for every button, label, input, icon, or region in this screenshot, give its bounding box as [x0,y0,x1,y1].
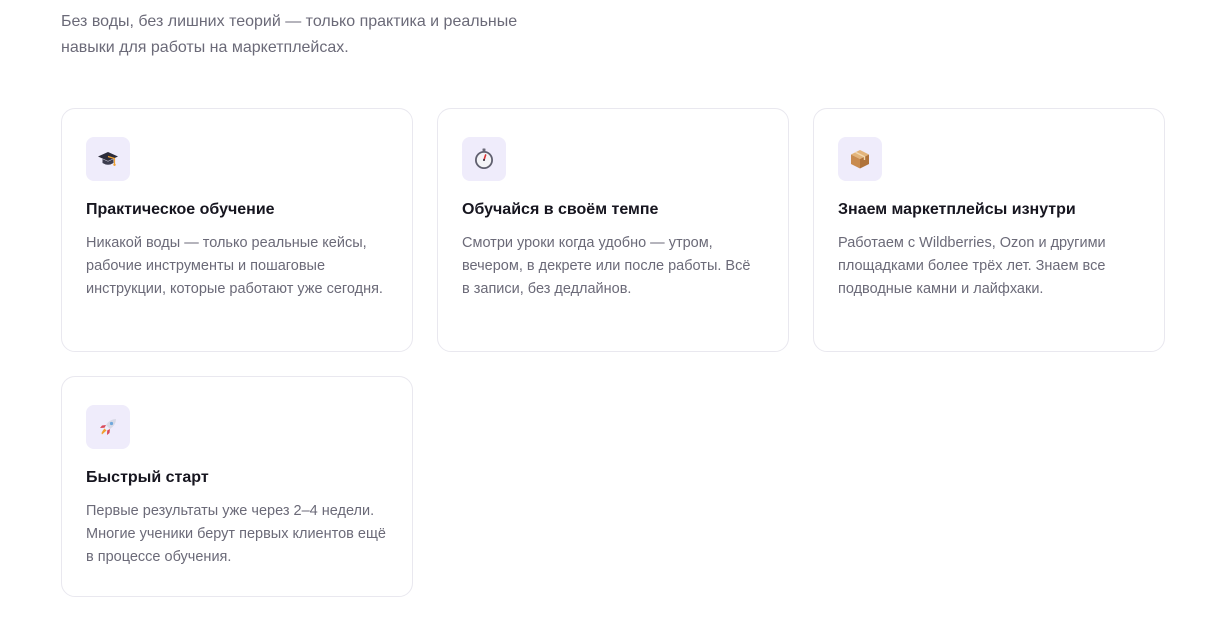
feature-description: Первые результаты уже через 2–4 недели. … [86,503,386,565]
section-intro: Без воды, без лишних теорий — только пра… [61,9,581,61]
features-grid: Практическое обучение Никакой воды — тол… [61,108,1165,597]
feature-title: Знаем маркетплейсы изнутри [838,201,1076,218]
feature-card-fast-start: Быстрый старт Первые результаты уже чере… [61,376,413,597]
feature-description: Смотри уроки когда удобно — утром, вечер… [462,235,751,297]
feature-card-marketplaces: Знаем маркетплейсы изнутри Работаем с Wi… [813,108,1165,352]
feature-icon-box [86,137,130,181]
intro-line-1: Без воды, без лишних теорий — только пра… [61,13,518,30]
feature-card-practical: Практическое обучение Никакой воды — тол… [61,108,413,352]
feature-title: Обучайся в своём темпе [462,201,659,218]
feature-card-own-pace: Обучайся в своём темпе Смотри уроки когд… [437,108,789,352]
package-icon [851,150,869,169]
feature-description: Никакой воды — только реальные кейсы, ра… [86,235,383,297]
feature-title: Быстрый старт [86,469,209,486]
graduation-cap-icon [98,152,118,166]
stopwatch-icon [475,148,493,169]
feature-icon-box [838,137,882,181]
feature-icon-box [462,137,506,181]
feature-title: Практическое обучение [86,201,275,218]
feature-icon-box [86,405,130,449]
intro-line-2: навыки для работы на маркетплейсах. [61,39,349,56]
feature-description: Работаем с Wildberries, Ozon и другими п… [838,235,1106,297]
rocket-icon [100,419,116,435]
